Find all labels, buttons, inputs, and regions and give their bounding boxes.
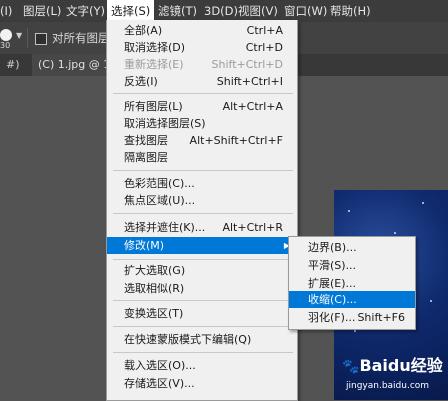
menubar-item-3d[interactable]: 3D(D) <box>204 0 238 22</box>
menu-item-label: 在快速蒙版模式下编辑(Q) <box>124 333 252 346</box>
menu-item-shortcut: Alt+Shift+Ctrl+F <box>189 134 283 147</box>
menu-separator <box>113 170 293 171</box>
submenu-item-contract[interactable]: 收缩(C)... <box>289 291 415 308</box>
menu-separator <box>113 300 293 301</box>
menu-separator <box>113 352 293 353</box>
submenu-item-feather[interactable]: 羽化(F)... Shift+F6 <box>289 309 415 326</box>
sample-all-layers-checkbox[interactable] <box>35 33 47 45</box>
menu-item-color-range[interactable]: 色彩范围(C)... <box>107 175 297 192</box>
menubar-item-image[interactable]: (I) <box>0 0 12 22</box>
menubar-item-select[interactable]: 选择(S) <box>107 0 155 22</box>
menu-item-shortcut: Alt+Ctrl+A <box>222 100 283 113</box>
menubar-item-help[interactable]: 帮助(H) <box>330 0 371 22</box>
menu-item-label: 选择并遮住(K)... <box>124 221 206 234</box>
menu-item-inverse[interactable]: 反选(I) Shift+Ctrl+I <box>107 73 297 90</box>
menu-item-find-layers[interactable]: 查找图层 Alt+Shift+Ctrl+F <box>107 132 297 149</box>
menu-item-shortcut: Shift+Ctrl+I <box>216 75 283 88</box>
menu-item-all-layers[interactable]: 所有图层(L) Alt+Ctrl+A <box>107 98 297 115</box>
menu-item-label: 隔离图层 <box>124 151 168 164</box>
menu-item-select-all[interactable]: 全部(A) Ctrl+A <box>107 22 297 39</box>
image-detail <box>394 232 396 234</box>
menu-item-similar[interactable]: 选取相似(R) <box>107 280 297 297</box>
menu-item-label: 选取相似(R) <box>124 282 185 295</box>
menu-item-label: 全部(A) <box>124 24 163 37</box>
menu-item-label: 取消选择图层(S) <box>124 117 206 130</box>
menubar-item-filter[interactable]: 滤镜(T) <box>158 0 197 22</box>
menu-item-reselect: 重新选择(E) Shift+Ctrl+D <box>107 56 297 73</box>
menu-separator <box>113 326 293 327</box>
menu-item-label: 扩大选取(G) <box>124 264 186 277</box>
menu-item-isolate-layers[interactable]: 隔离图层 <box>107 149 297 166</box>
menu-item-label: 查找图层 <box>124 134 168 147</box>
menu-separator <box>113 259 293 260</box>
menu-item-shortcut: Alt+Ctrl+R <box>222 221 283 234</box>
menu-item-label: 平滑(S)... <box>308 259 357 272</box>
modify-submenu: 边界(B)... 平滑(S)... 扩展(E)... 收缩(C)... 羽化(F… <box>288 236 416 330</box>
menu-item-label: 所有图层(L) <box>124 100 183 113</box>
menu-item-label: 色彩范围(C)... <box>124 177 195 190</box>
paw-icon: 🐾 <box>342 359 360 375</box>
menu-item-save-selection[interactable]: 存储选区(V)... <box>107 375 297 392</box>
divider <box>27 28 28 48</box>
chevron-down-icon[interactable]: ▼ <box>16 31 22 40</box>
menu-item-label: 焦点区域(U)... <box>124 194 196 207</box>
menu-item-label: 收缩(C)... <box>308 293 357 306</box>
watermark-url: jingyan.baidu.com <box>346 381 430 391</box>
menu-item-label: 存储选区(V)... <box>124 377 195 390</box>
menu-item-deselect[interactable]: 取消选择(D) Ctrl+D <box>107 39 297 56</box>
menu-item-label: 载入选区(O)... <box>124 359 196 372</box>
image-detail <box>354 330 356 332</box>
brush-preview-icon[interactable] <box>0 29 12 41</box>
menu-bar: (I) 图层(L) 文字(Y) 选择(S) 滤镜(T) 3D(D) 视图(V) … <box>0 0 448 22</box>
menu-item-shortcut: Shift+Ctrl+D <box>211 58 283 71</box>
watermark-logo: 🐾Baidu经验 <box>342 352 443 376</box>
menu-item-label: 扩展(E)... <box>308 277 357 290</box>
menu-item-deselect-layers[interactable]: 取消选择图层(S) <box>107 115 297 132</box>
menubar-item-layer[interactable]: 图层(L) <box>23 0 61 22</box>
menu-item-label: 反选(I) <box>124 75 158 88</box>
image-detail <box>348 210 350 212</box>
submenu-item-expand[interactable]: 扩展(E)... <box>289 275 415 292</box>
image-detail <box>422 202 424 204</box>
menu-item-modify[interactable]: 修改(M) ▶ <box>107 237 297 254</box>
submenu-item-border[interactable]: 边界(B)... <box>289 239 415 256</box>
menu-item-label: 变换选区(T) <box>124 307 184 320</box>
document-tab[interactable]: #) <box>0 54 34 76</box>
menu-item-shortcut: Ctrl+D <box>245 41 283 54</box>
brush-size-value: 30 <box>0 41 11 50</box>
submenu-item-smooth[interactable]: 平滑(S)... <box>289 257 415 274</box>
menubar-item-view[interactable]: 视图(V) <box>238 0 278 22</box>
menu-item-grow[interactable]: 扩大选取(G) <box>107 262 297 279</box>
menu-item-label: 重新选择(E) <box>124 58 184 71</box>
menu-item-quick-mask[interactable]: 在快速蒙版模式下编辑(Q) <box>107 331 297 348</box>
menu-item-label: 边界(B)... <box>308 241 357 254</box>
menu-separator <box>113 93 293 94</box>
menu-item-transform-selection[interactable]: 变换选区(T) <box>107 305 297 322</box>
menu-item-select-and-mask[interactable]: 选择并遮住(K)... Alt+Ctrl+R <box>107 219 297 236</box>
menu-item-label: 羽化(F)... <box>308 311 356 324</box>
menu-item-shortcut: Shift+F6 <box>357 311 405 324</box>
tab-label: #) <box>6 58 20 71</box>
menubar-item-type[interactable]: 文字(Y) <box>66 0 105 22</box>
menu-item-focus-area[interactable]: 焦点区域(U)... <box>107 192 297 209</box>
menu-item-shortcut: Ctrl+A <box>246 24 283 37</box>
menu-item-load-selection[interactable]: 载入选区(O)... <box>107 357 297 374</box>
menu-item-label: 修改(M) <box>124 239 165 252</box>
image-detail <box>430 300 432 302</box>
select-menu: 全部(A) Ctrl+A 取消选择(D) Ctrl+D 重新选择(E) Shif… <box>106 20 298 401</box>
menubar-item-window[interactable]: 窗口(W) <box>284 0 327 22</box>
menu-item-label: 取消选择(D) <box>124 41 186 54</box>
menu-separator <box>113 213 293 214</box>
watermark-logo-text: Baidu经验 <box>359 356 443 375</box>
